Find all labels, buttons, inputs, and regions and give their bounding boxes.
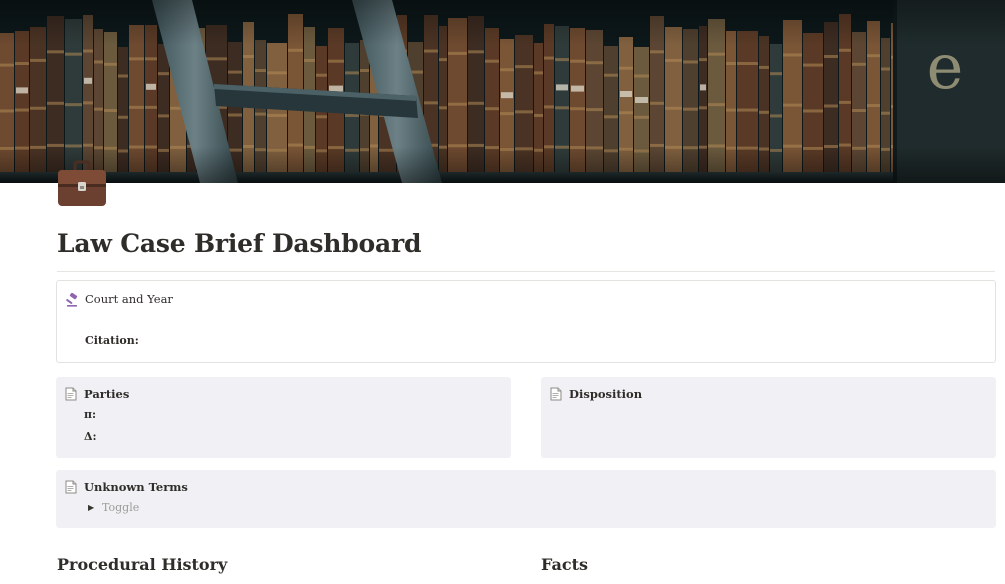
document-icon — [64, 479, 78, 494]
bookshelf-illustration: e — [0, 0, 1005, 183]
toggle-arrow-icon[interactable]: ▶ — [88, 503, 94, 512]
defendant-label[interactable]: Δ: — [84, 430, 97, 443]
citation-label[interactable]: Citation: — [85, 334, 139, 347]
court-year-label[interactable]: Court and Year — [85, 292, 173, 306]
page-title[interactable]: Law Case Brief Dashboard — [57, 229, 421, 258]
document-icon — [64, 386, 78, 401]
plaintiff-label[interactable]: π: — [84, 408, 96, 421]
parties-callout[interactable]: Parties π: Δ: — [56, 377, 511, 458]
unknown-terms-callout[interactable]: Unknown Terms ▶ Toggle — [56, 470, 996, 528]
unknown-terms-label[interactable]: Unknown Terms — [84, 480, 188, 494]
toggle-placeholder[interactable]: Toggle — [102, 501, 139, 514]
court-year-callout[interactable]: Court and Year Citation: — [56, 280, 996, 363]
gavel-icon — [66, 292, 80, 307]
cover-image[interactable]: e — [0, 0, 1005, 183]
procedural-history-heading[interactable]: Procedural History — [57, 555, 227, 574]
document-icon — [549, 386, 563, 401]
disposition-callout[interactable]: Disposition — [541, 377, 996, 458]
disposition-label[interactable]: Disposition — [569, 387, 642, 401]
facts-heading[interactable]: Facts — [541, 555, 588, 574]
title-divider — [57, 271, 995, 272]
parties-label[interactable]: Parties — [84, 387, 129, 401]
briefcase-icon[interactable] — [57, 160, 107, 208]
